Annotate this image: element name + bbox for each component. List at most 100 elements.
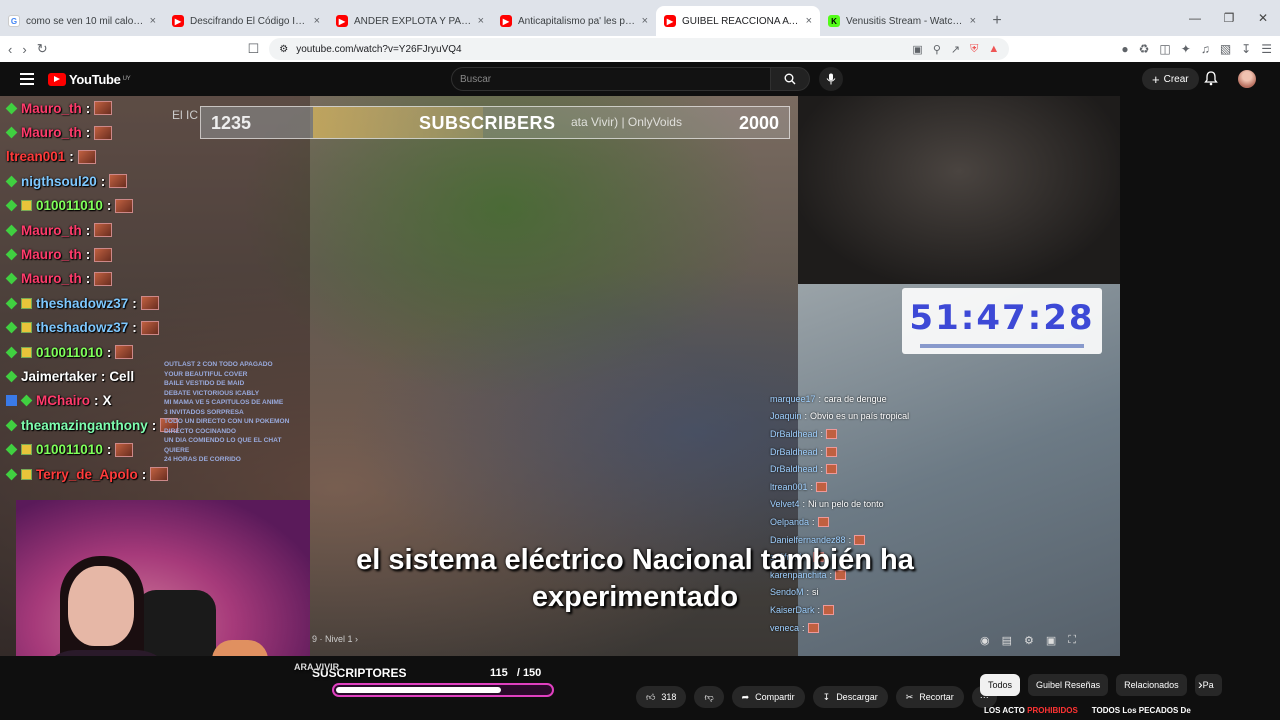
chat-username: MChairo bbox=[36, 393, 90, 409]
share-icon[interactable]: ↗ bbox=[951, 43, 960, 56]
reload-icon[interactable]: ↻ bbox=[37, 41, 48, 57]
chat-username: theamazinganthony bbox=[21, 417, 148, 433]
stream-timer: 51:47:28 bbox=[909, 298, 1095, 338]
diamond-badge-icon bbox=[5, 321, 18, 334]
browser-tab[interactable]: ▶ Descifrando El Código Imposible | K × bbox=[164, 6, 328, 36]
music-icon[interactable]: ♫ bbox=[1201, 42, 1210, 56]
emote-icon bbox=[817, 516, 829, 527]
browser-tab[interactable]: ▶ ANDER EXPLOTA Y PAPEA A GUIBEL × bbox=[328, 6, 492, 36]
share-button[interactable]: ➦ Compartir bbox=[731, 686, 805, 708]
chat-message: Mauro_th : bbox=[5, 96, 306, 120]
close-tab-icon[interactable]: × bbox=[150, 15, 156, 27]
settings-icon[interactable]: ⚙ bbox=[1024, 634, 1034, 647]
forward-icon[interactable]: › bbox=[22, 42, 26, 57]
extension-icon[interactable]: ● bbox=[1121, 42, 1128, 56]
chat-username: DrBaldhead bbox=[770, 446, 818, 457]
diamond-badge-icon bbox=[5, 370, 18, 383]
chat-username: Mauro_th bbox=[21, 247, 82, 263]
subtitles-icon[interactable]: ▤ bbox=[1002, 634, 1012, 647]
emote-icon bbox=[94, 223, 113, 238]
chat-username: nigthsoul20 bbox=[21, 173, 97, 189]
chat-username: Mauro_th bbox=[21, 125, 82, 141]
rewards-icon[interactable]: ▲ bbox=[988, 43, 999, 56]
chat-username: veneca bbox=[770, 622, 800, 633]
diamond-badge-icon bbox=[5, 468, 18, 480]
cast-icon[interactable]: ▣ bbox=[912, 43, 922, 56]
reward-item: TODO UN DIRECTO CON UN POKEMON bbox=[164, 418, 290, 425]
filter-chip[interactable]: Relacionados bbox=[1116, 674, 1187, 696]
sub-badge-icon bbox=[21, 444, 32, 456]
chat-username: 010011010 bbox=[36, 344, 103, 360]
chat-username: Jaimertaker bbox=[21, 368, 97, 384]
close-tab-icon[interactable]: × bbox=[970, 15, 976, 27]
omnibox[interactable]: ⚙ youtube.com/watch?v=Y26FJryuVQ4 ▣ ⚲ ↗ … bbox=[269, 38, 1010, 60]
chat-username: Joaquin bbox=[770, 411, 802, 422]
filter-chip[interactable]: Todos bbox=[980, 674, 1021, 696]
chat-username: 010011010 bbox=[36, 442, 103, 458]
diamond-badge-icon bbox=[5, 443, 18, 456]
miniplayer-icon[interactable]: ▣ bbox=[1046, 634, 1056, 647]
zoom-icon[interactable]: ⚲ bbox=[933, 43, 941, 56]
diamond-badge-icon bbox=[5, 126, 18, 139]
reward-item: 3 INVITADOS SORPRESA bbox=[164, 408, 244, 416]
new-tab-button[interactable]: + bbox=[984, 6, 1010, 36]
related-video-title[interactable]: LOS ACTO PROHIBIDOS bbox=[984, 706, 1078, 715]
browser-tab[interactable]: ▶ Anticapitalismo pa' les pibes / Vamo × bbox=[492, 6, 656, 36]
browser-tab[interactable]: K Venusitis Stream - Watch Live on Kick × bbox=[820, 6, 984, 36]
hamburger-menu-icon[interactable] bbox=[20, 73, 34, 85]
voice-search-button[interactable] bbox=[819, 67, 843, 91]
browser-tab[interactable]: Gcomo se ven 10 mil calorías - Buscar × bbox=[0, 6, 164, 36]
account-avatar[interactable] bbox=[1238, 70, 1256, 88]
google-icon: G bbox=[8, 15, 20, 27]
emote-icon bbox=[816, 481, 828, 492]
create-button[interactable]: + Crear bbox=[1142, 68, 1199, 90]
sub-badge-icon bbox=[21, 297, 32, 309]
restore-icon[interactable]: ❐ bbox=[1212, 0, 1246, 36]
clip-button[interactable]: ✂ Recortar bbox=[895, 686, 964, 708]
dislike-button[interactable]: 👎︎ bbox=[694, 686, 724, 708]
search-button[interactable] bbox=[770, 67, 810, 91]
chat-message: DrBaldhead: bbox=[770, 425, 990, 443]
chat-text: cara de dengue bbox=[824, 393, 887, 404]
autoplay-toggle-icon[interactable]: ◉ bbox=[980, 634, 990, 647]
close-window-icon[interactable]: ✕ bbox=[1246, 0, 1280, 36]
bookmark-icon[interactable]: ☐ bbox=[248, 41, 260, 57]
close-tab-icon[interactable]: × bbox=[478, 15, 484, 27]
close-tab-icon[interactable]: × bbox=[314, 15, 320, 27]
sidebar-icon[interactable]: ◫ bbox=[1159, 42, 1170, 56]
emote-icon bbox=[807, 622, 819, 633]
reward-item: UN DIA COMIENDO LO QUE EL CHAT QUIERE bbox=[164, 437, 282, 454]
youtube-logo[interactable]: YouTube UY bbox=[48, 72, 131, 87]
fullscreen-icon[interactable]: ⛶ bbox=[1068, 634, 1076, 647]
tab-label: Venusitis Stream - Watch Live on Kick bbox=[846, 15, 964, 27]
wallet-icon[interactable]: ▧ bbox=[1220, 42, 1231, 56]
download-button[interactable]: ↧ Descargar bbox=[812, 686, 888, 708]
notifications-bell-icon[interactable] bbox=[1204, 71, 1218, 91]
puzzle-icon[interactable]: ♻ bbox=[1139, 42, 1150, 56]
filter-chip[interactable]: Guibel Reseñas bbox=[1028, 674, 1109, 696]
sparkle-icon[interactable]: ✦ bbox=[1181, 42, 1191, 56]
video-player[interactable]: El IC 1235 ata Vivir) | OnlyVoids SUBSCR… bbox=[0, 96, 1120, 656]
back-icon[interactable]: ‹ bbox=[8, 42, 12, 57]
site-info-icon[interactable]: ⚙ bbox=[279, 44, 288, 55]
related-video-title[interactable]: TODOS Los PECADOS De bbox=[1092, 706, 1191, 715]
search-input[interactable]: Buscar bbox=[451, 67, 770, 91]
subs-progress-bar bbox=[332, 683, 554, 697]
tab-label: GUIBEL REACCIONA A LOS PE bbox=[682, 15, 800, 27]
brave-shield-icon[interactable]: ⛨ bbox=[970, 43, 978, 56]
chips-next-icon[interactable]: › bbox=[1198, 676, 1203, 692]
close-tab-icon[interactable]: × bbox=[642, 15, 648, 27]
youtube-header: YouTube UY Buscar + Crear bbox=[0, 62, 1280, 96]
url-text[interactable]: youtube.com/watch?v=Y26FJryuVQ4 bbox=[296, 44, 461, 55]
menu-icon[interactable]: ☰ bbox=[1261, 42, 1272, 56]
youtube-play-icon bbox=[48, 72, 66, 86]
browser-tab[interactable]: ▶ GUIBEL REACCIONA A LOS PE × bbox=[656, 6, 820, 36]
sub-badge-icon bbox=[21, 468, 32, 480]
like-button[interactable]: 👍︎ 318 bbox=[636, 686, 687, 708]
minimize-icon[interactable]: — bbox=[1178, 0, 1212, 36]
sub-badge-icon bbox=[21, 322, 32, 334]
close-tab-icon[interactable]: × bbox=[806, 15, 812, 27]
downloads-icon[interactable]: ↧ bbox=[1241, 42, 1251, 56]
chat-message: Mauro_th : bbox=[5, 218, 306, 242]
search-bar: Buscar bbox=[451, 67, 810, 91]
